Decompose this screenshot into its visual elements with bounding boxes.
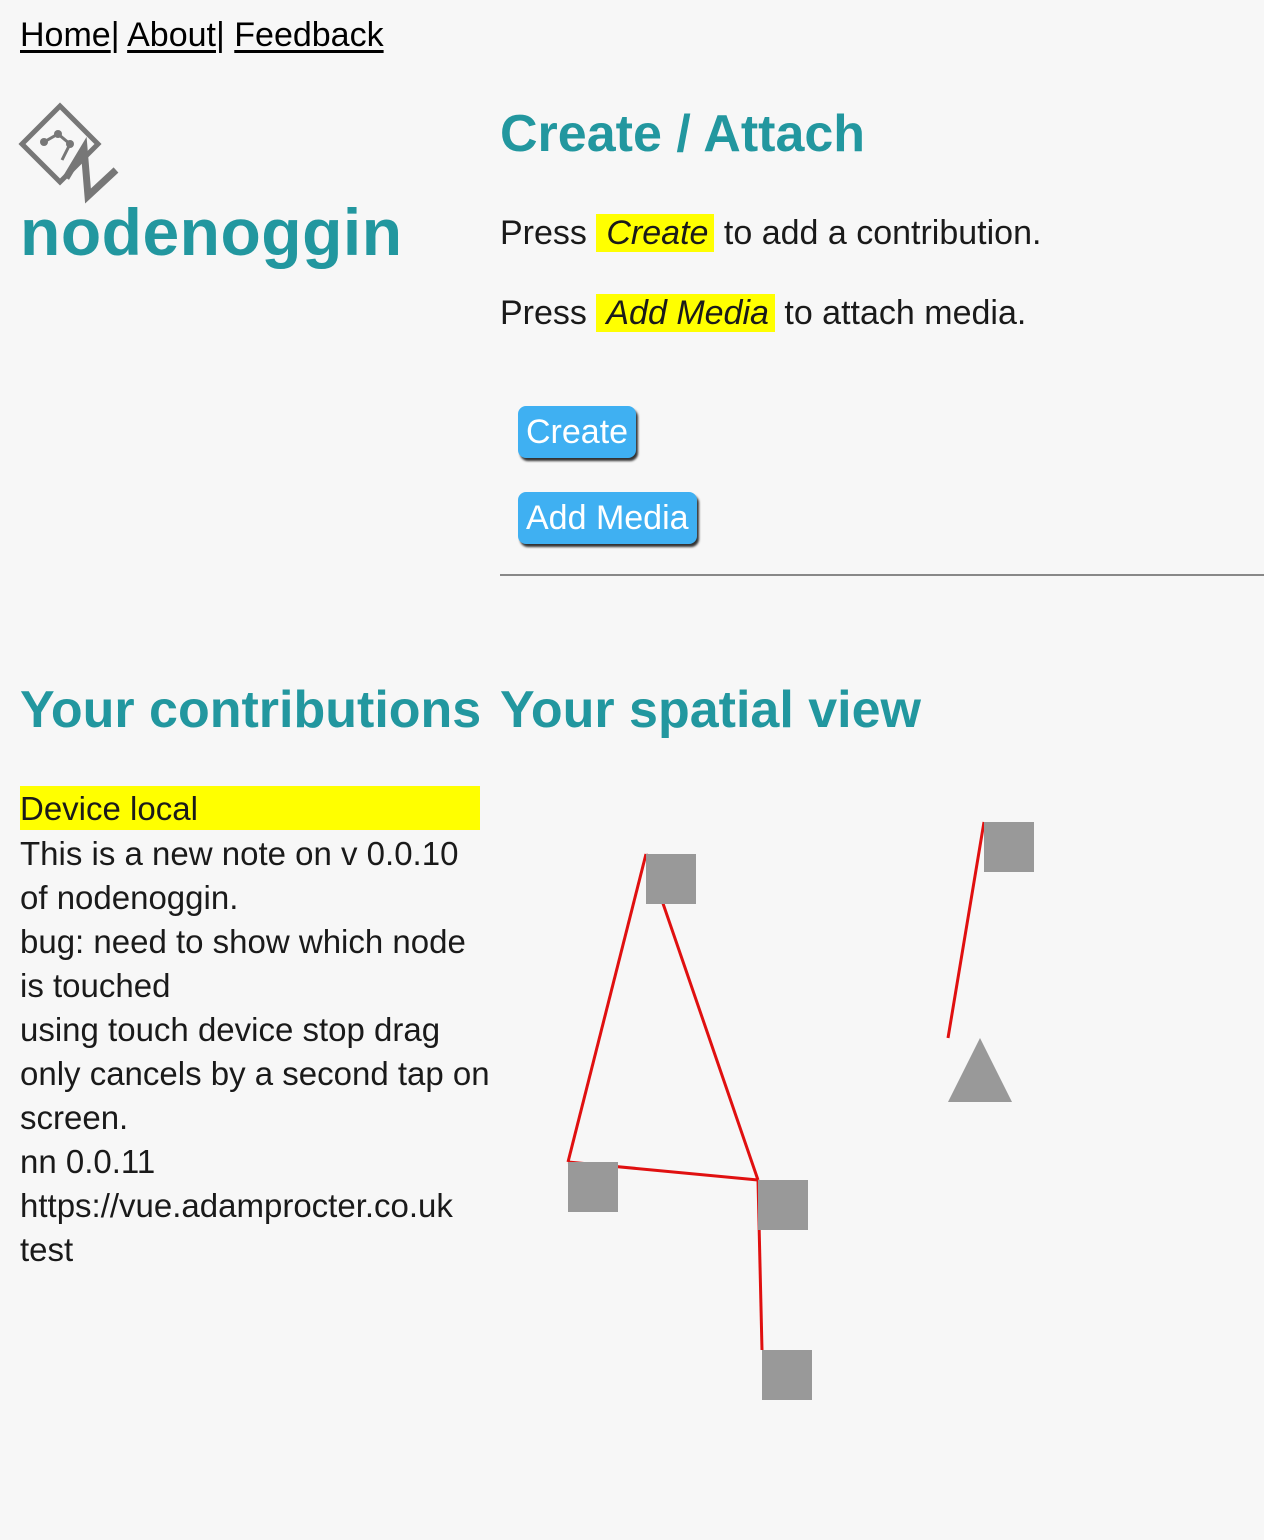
contribution-item[interactable]: nn 0.0.11 [20, 1140, 490, 1184]
contribution-item[interactable]: bug: need to show which node is touched [20, 920, 490, 1008]
instruction-suffix: to attach media. [784, 294, 1027, 332]
create-button[interactable]: Create [518, 406, 637, 458]
add-media-instruction: Press Add Media to attach media. [500, 291, 1026, 335]
nav-feedback-link[interactable]: Feedback [234, 16, 383, 54]
instruction-prefix: Press [500, 214, 587, 252]
brand-name: nodenoggin [20, 195, 403, 269]
nav-separator: | [110, 16, 120, 54]
instruction-prefix: Press [500, 294, 587, 332]
device-local-label: Device local [20, 786, 480, 830]
contribution-item[interactable]: test [20, 1228, 490, 1272]
spatial-node[interactable] [646, 854, 696, 904]
create-instruction: Press Create to add a contribution. [500, 211, 1041, 255]
contributions-list: This is a new note on v 0.0.10 of nodeno… [20, 832, 490, 1272]
contributions-heading: Your contributions [20, 681, 482, 739]
add-media-button[interactable]: Add Media [518, 492, 697, 544]
link-line [946, 821, 986, 1039]
contribution-item[interactable]: This is a new note on v 0.0.10 of nodeno… [20, 832, 490, 920]
spatial-node[interactable] [758, 1180, 808, 1230]
contribution-item[interactable]: https://vue.adamprocter.co.uk [20, 1184, 490, 1228]
spatial-node[interactable] [984, 822, 1034, 872]
link-line [566, 853, 648, 1163]
top-nav: Home| About| Feedback [20, 14, 384, 56]
spatial-node[interactable] [568, 1162, 618, 1212]
spatial-view-heading: Your spatial view [500, 681, 921, 739]
nav-about-link[interactable]: About [127, 16, 216, 54]
instruction-highlight: Create [596, 214, 715, 252]
section-divider [500, 574, 1264, 576]
spatial-view-canvas[interactable] [500, 770, 1264, 1470]
nav-separator: | [215, 16, 225, 54]
instruction-highlight: Add Media [596, 294, 775, 332]
contribution-item[interactable]: using touch device stop drag only cancel… [20, 1008, 490, 1140]
create-attach-heading: Create / Attach [500, 105, 866, 163]
nav-home-link[interactable]: Home [20, 16, 111, 54]
spatial-node[interactable] [762, 1350, 812, 1400]
page: Home| About| Feedback nodenoggin Create … [0, 0, 1264, 1540]
media-node-triangle[interactable] [948, 1038, 1012, 1102]
instruction-suffix: to add a contribution. [723, 214, 1042, 252]
